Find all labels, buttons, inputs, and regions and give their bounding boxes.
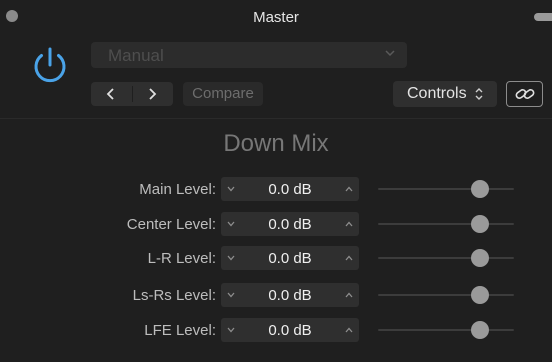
chevron-up-icon xyxy=(345,292,353,298)
chevron-up-icon xyxy=(345,221,353,227)
slider-track xyxy=(378,257,514,259)
title-bar: Master xyxy=(0,0,552,34)
parameter-label: LFE Level: xyxy=(144,322,216,339)
chevron-down-icon xyxy=(227,221,235,227)
chevron-down-icon xyxy=(227,255,235,261)
chevron-down-icon xyxy=(227,186,235,192)
slider-knob[interactable] xyxy=(471,180,489,198)
value-field[interactable]: 0.0 dB xyxy=(243,322,337,339)
plugin-title: Down Mix xyxy=(223,130,329,157)
level-slider[interactable] xyxy=(378,283,514,307)
value-field[interactable]: 0.0 dB xyxy=(243,250,337,267)
value-field[interactable]: 0.0 dB xyxy=(243,181,337,198)
decrement-button[interactable] xyxy=(221,212,241,236)
level-slider[interactable] xyxy=(378,177,514,201)
plugin-window: Master Manual Compare Controls Down Mix … xyxy=(0,0,552,362)
value-field[interactable]: 0.0 dB xyxy=(243,216,337,233)
link-icon xyxy=(515,89,535,99)
up-down-chevron-icon xyxy=(475,88,483,100)
value-stepper: 0.0 dB xyxy=(221,283,359,307)
parameter-label: Center Level: xyxy=(126,216,216,233)
parameter-row: L-R Level: 0.0 dB xyxy=(0,246,552,272)
power-button[interactable] xyxy=(30,45,70,85)
slider-track xyxy=(378,294,514,296)
parameter-row: Main Level: 0.0 dB xyxy=(0,177,552,203)
increment-button[interactable] xyxy=(339,283,359,307)
parameter-label: Main Level: xyxy=(139,181,216,198)
decrement-button[interactable] xyxy=(221,283,241,307)
chevron-left-icon xyxy=(106,88,114,100)
chevron-up-icon xyxy=(345,186,353,192)
next-preset-button[interactable] xyxy=(132,82,173,106)
slider-knob[interactable] xyxy=(471,215,489,233)
value-stepper: 0.0 dB xyxy=(221,246,359,270)
value-stepper: 0.0 dB xyxy=(221,318,359,342)
chevron-up-icon xyxy=(345,255,353,261)
chevron-down-icon xyxy=(227,327,235,333)
chevron-up-icon xyxy=(345,327,353,333)
parameter-row: Center Level: 0.0 dB xyxy=(0,212,552,238)
level-slider[interactable] xyxy=(378,318,514,342)
slider-track xyxy=(378,223,514,225)
decrement-button[interactable] xyxy=(221,318,241,342)
view-select-label: Controls xyxy=(407,85,467,102)
decrement-button[interactable] xyxy=(221,246,241,270)
slider-knob[interactable] xyxy=(471,286,489,304)
slider-knob[interactable] xyxy=(471,321,489,339)
chevron-right-icon xyxy=(149,88,157,100)
level-slider[interactable] xyxy=(378,246,514,270)
increment-button[interactable] xyxy=(339,318,359,342)
increment-button[interactable] xyxy=(339,177,359,201)
slider-track xyxy=(378,188,514,190)
value-field[interactable]: 0.0 dB xyxy=(243,287,337,304)
value-stepper: 0.0 dB xyxy=(221,177,359,201)
parameter-label: L-R Level: xyxy=(147,250,216,267)
increment-button[interactable] xyxy=(339,212,359,236)
slider-knob[interactable] xyxy=(471,249,489,267)
chevron-down-icon xyxy=(385,50,395,57)
link-button[interactable] xyxy=(506,81,543,107)
parameter-row: LFE Level: 0.0 dB xyxy=(0,318,552,344)
previous-preset-button[interactable] xyxy=(91,82,132,106)
compare-button[interactable]: Compare xyxy=(183,82,263,106)
power-icon xyxy=(34,47,66,83)
increment-button[interactable] xyxy=(339,246,359,270)
chevron-down-icon xyxy=(227,292,235,298)
parameter-label: Ls-Rs Level: xyxy=(132,287,216,304)
parameter-row: Ls-Rs Level: 0.0 dB xyxy=(0,283,552,309)
level-slider[interactable] xyxy=(378,212,514,236)
value-stepper: 0.0 dB xyxy=(221,212,359,236)
window-title: Master xyxy=(253,9,299,26)
decrement-button[interactable] xyxy=(221,177,241,201)
preset-menu[interactable]: Manual xyxy=(91,42,407,68)
window-collapse-button[interactable] xyxy=(534,13,552,21)
preset-nav xyxy=(91,82,173,106)
slider-track xyxy=(378,329,514,331)
view-select[interactable]: Controls xyxy=(393,81,497,107)
preset-value: Manual xyxy=(108,46,164,65)
